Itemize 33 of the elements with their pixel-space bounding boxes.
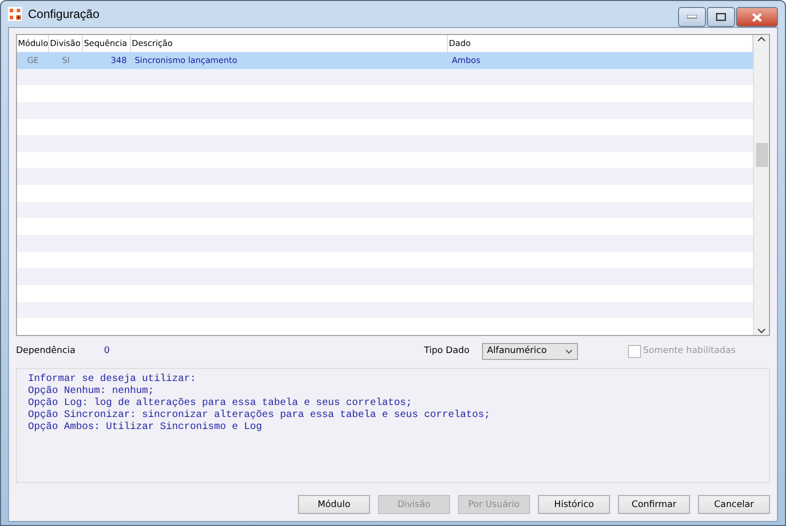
close-button[interactable] [736,7,778,27]
checkbox-label: Somente habilitadas [643,346,736,356]
minimize-icon [687,15,697,19]
scroll-thumb[interactable] [756,143,768,167]
action-button[interactable]: Histórico [538,495,610,514]
dependency-value: 0 [104,346,111,356]
description-line: Opção Sincronizar: sincronizar alterações para essa tabela e seus correlatos; [28,410,492,422]
dependency-label: Dependência [16,346,76,356]
description-line: Informar se deseja utilizar: [28,374,198,386]
chevron-down-icon [565,348,573,354]
table-cell-text: Ambos [450,55,482,66]
table-cell-text: 348 [110,55,128,66]
action-button[interactable]: Confirmar [618,495,690,514]
scroll-up-icon[interactable] [757,35,766,43]
window-title: Configuração [28,7,100,21]
scrollbar[interactable] [753,35,769,335]
description-line: Opção Log: log de alterações para essa tabela e seus correlatos; [28,398,414,410]
action-button[interactable]: Módulo [298,495,370,514]
table-row[interactable]: GE SI 348 Sincronismo lançamento Ambos [17,52,753,69]
maximize-button[interactable] [707,7,735,27]
table-cell-text: GE [26,55,40,66]
action-button[interactable]: Cancelar [698,495,770,514]
maximize-icon [716,13,726,21]
data-type-label: Tipo Dado [424,346,470,356]
data-type-dropdown[interactable]: Alfanumérico [482,342,578,360]
scroll-down-icon[interactable] [757,327,766,335]
table-cell-text: SI [61,55,71,66]
description-line: Opção Nenhum: nenhum; [28,386,156,398]
minimize-button[interactable] [678,7,706,27]
app-icon [8,7,22,21]
table-cell-text: Sincronismo lançamento [134,55,238,66]
description-line: Opção Ambos: Utilizar Sincronismo e Log [28,422,264,434]
close-icon [752,12,762,22]
